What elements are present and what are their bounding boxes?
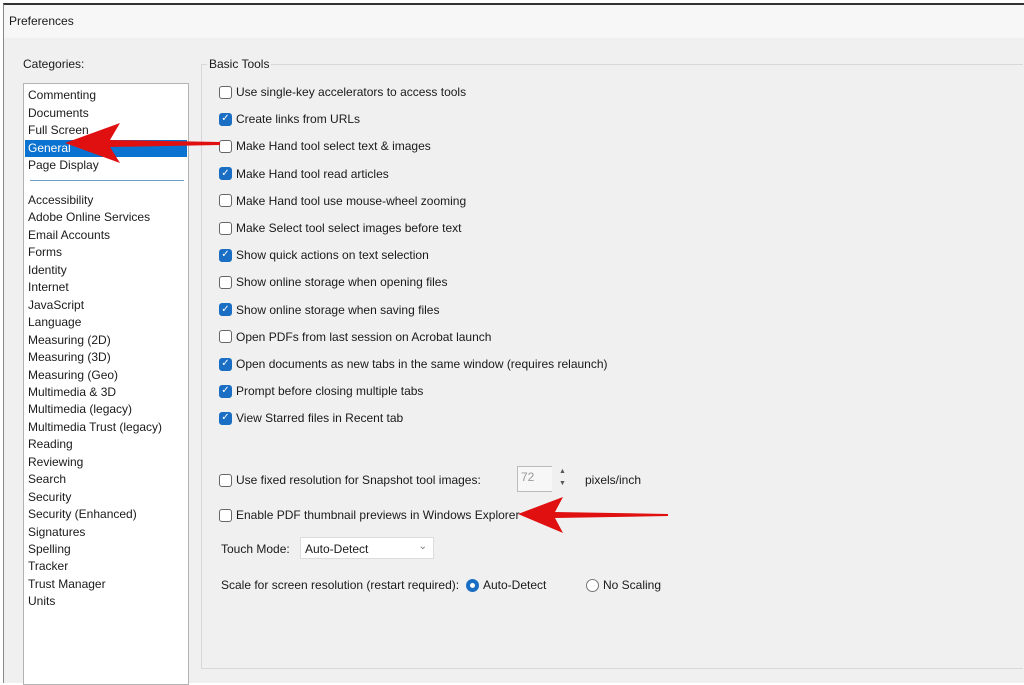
category-item-security-enhanced-[interactable]: Security (Enhanced)	[25, 506, 187, 523]
category-item-trust-manager[interactable]: Trust Manager	[25, 576, 187, 593]
touch-mode-select[interactable]: Auto-Detect ⌄	[300, 537, 434, 559]
option-checkbox-row[interactable]: Use single-key accelerators to access to…	[219, 84, 466, 100]
annotation-arrow-thumbnail	[518, 497, 668, 533]
category-item-javascript[interactable]: JavaScript	[25, 297, 187, 314]
categories-list[interactable]: Commenting Documents Full Screen General Pag…	[23, 83, 189, 685]
category-item-language[interactable]: Language	[25, 314, 187, 331]
category-item-accessibility[interactable]: Accessibility	[25, 192, 187, 209]
option-checkbox-row[interactable]: ✓ Prompt before closing multiple tabs	[219, 383, 423, 399]
option-checkbox-row[interactable]: ✓ Show quick actions on text selection	[219, 247, 429, 263]
list-divider	[30, 180, 184, 181]
option-checkbox-row[interactable]: Make Hand tool select text & images	[219, 138, 431, 154]
category-item-reviewing[interactable]: Reviewing	[25, 454, 187, 471]
scale-label: Scale for screen resolution (restart req…	[221, 578, 460, 592]
annotation-arrow-general	[65, 123, 220, 163]
category-item-measuring-3d-[interactable]: Measuring (3D)	[25, 349, 187, 366]
checkbox[interactable]	[219, 221, 232, 235]
unit-label: pixels/inch	[585, 473, 642, 487]
up-icon[interactable]: ▲	[555, 466, 570, 478]
chevron-down-icon: ⌄	[418, 541, 427, 552]
option-checkbox-row[interactable]: ✓ Make Hand tool read articles	[219, 166, 389, 182]
radio-auto-detect[interactable]: Auto-Detect	[466, 577, 546, 593]
checkbox-checked[interactable]: ✓	[219, 167, 232, 181]
category-item-spelling[interactable]: Spelling	[25, 541, 187, 558]
option-checkbox-row[interactable]: ✓ Open documents as new tabs in the same …	[219, 356, 608, 372]
category-item-identity[interactable]: Identity	[25, 262, 187, 279]
option-checkbox-row[interactable]: Make Select tool select images before te…	[219, 220, 461, 236]
category-item-multimedia-trust-legacy-[interactable]: Multimedia Trust (legacy)	[25, 419, 187, 436]
option-checkbox-row[interactable]: ✓ Show online storage when saving files	[219, 302, 439, 318]
category-item-email-accounts[interactable]: Email Accounts	[25, 227, 187, 244]
categories-label: Categories:	[23, 57, 85, 71]
category-item-security[interactable]: Security	[25, 489, 187, 506]
category-item-commenting[interactable]: Commenting	[25, 87, 187, 104]
group-title: Basic Tools	[207, 57, 272, 71]
checkbox[interactable]	[219, 508, 232, 522]
option-checkbox-row[interactable]: ✓ Create links from URLs	[219, 111, 360, 127]
category-item-measuring-2d-[interactable]: Measuring (2D)	[25, 332, 187, 349]
checkbox[interactable]	[219, 85, 232, 99]
category-item-measuring-geo-[interactable]: Measuring (Geo)	[25, 367, 187, 384]
option-checkbox-row[interactable]: ✓ View Starred files in Recent tab	[219, 410, 403, 426]
resolution-input[interactable]: 72	[517, 466, 552, 492]
category-item-units[interactable]: Units	[25, 593, 187, 610]
checkbox-checked[interactable]: ✓	[219, 357, 232, 371]
category-item-signatures[interactable]: Signatures	[25, 524, 187, 541]
category-item-multimedia-legacy-[interactable]: Multimedia (legacy)	[25, 401, 187, 418]
radio[interactable]	[586, 578, 599, 592]
down-icon[interactable]: ▼	[555, 478, 570, 490]
resolution-stepper[interactable]: ▲ ▼	[555, 466, 570, 492]
checkbox-checked[interactable]: ✓	[219, 384, 232, 398]
checkbox[interactable]	[219, 473, 232, 487]
snapshot-resolution-checkbox[interactable]: Use fixed resolution for Snapshot tool i…	[219, 472, 481, 488]
title-bar: Preferences	[4, 5, 1024, 38]
option-checkbox-row[interactable]: Open PDFs from last session on Acrobat l…	[219, 329, 491, 345]
radio-no-scaling[interactable]: No Scaling	[586, 577, 661, 593]
checkbox-checked[interactable]: ✓	[219, 303, 232, 317]
category-item-forms[interactable]: Forms	[25, 244, 187, 261]
option-checkbox-row[interactable]: Make Hand tool use mouse-wheel zooming	[219, 193, 466, 209]
touch-mode-label: Touch Mode:	[221, 542, 290, 556]
checkbox[interactable]	[219, 330, 232, 344]
category-item-search[interactable]: Search	[25, 471, 187, 488]
checkbox[interactable]	[219, 275, 232, 289]
radio[interactable]	[466, 578, 479, 592]
window-title: Preferences	[9, 14, 74, 28]
option-checkbox-row[interactable]: Show online storage when opening files	[219, 274, 447, 290]
category-item-multimedia-3d[interactable]: Multimedia & 3D	[25, 384, 187, 401]
category-item-adobe-online-services[interactable]: Adobe Online Services	[25, 209, 187, 226]
category-item-reading[interactable]: Reading	[25, 436, 187, 453]
checkbox-checked[interactable]: ✓	[219, 411, 232, 425]
checkbox[interactable]	[219, 194, 232, 208]
checkbox-checked[interactable]: ✓	[219, 248, 232, 262]
thumbnail-preview-checkbox[interactable]: Enable PDF thumbnail previews in Windows…	[219, 507, 519, 523]
category-item-internet[interactable]: Internet	[25, 279, 187, 296]
category-item-tracker[interactable]: Tracker	[25, 558, 187, 575]
